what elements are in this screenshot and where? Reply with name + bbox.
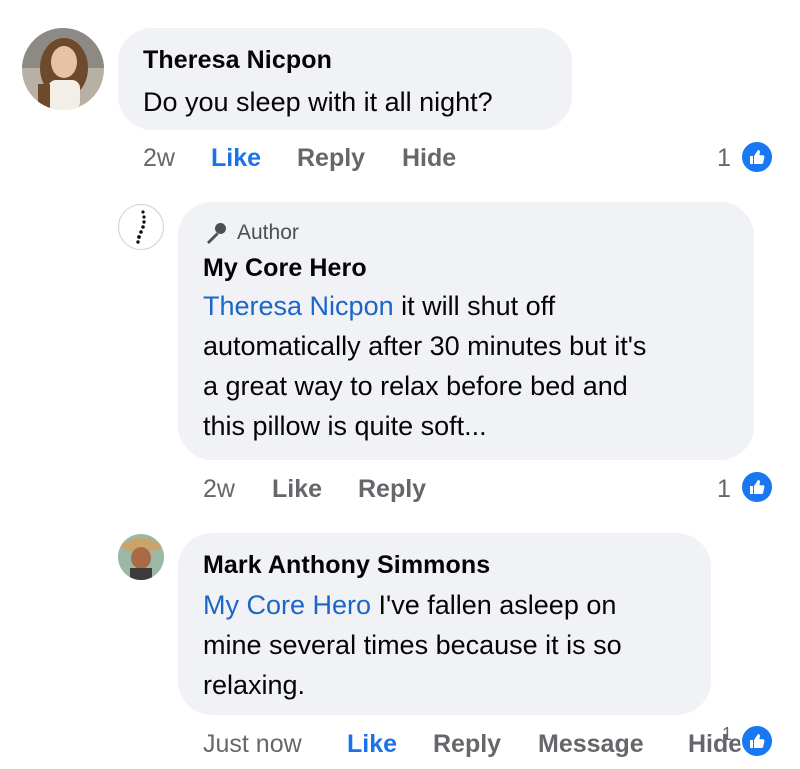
reply-button[interactable]: Reply bbox=[358, 475, 426, 504]
hide-button[interactable]: Hide bbox=[402, 144, 456, 173]
avatar[interactable] bbox=[22, 28, 104, 110]
like-button[interactable]: Like bbox=[272, 475, 322, 504]
reply-button[interactable]: Reply bbox=[433, 730, 501, 759]
hide-button[interactable]: Hide bbox=[688, 730, 742, 759]
comment-timestamp[interactable]: 2w bbox=[143, 144, 175, 173]
like-button[interactable]: Like bbox=[347, 730, 397, 759]
author-badge: Author bbox=[203, 220, 299, 246]
comment-timestamp[interactable]: 2w bbox=[203, 475, 235, 504]
reaction-count[interactable]: 1 bbox=[722, 724, 732, 745]
like-button[interactable]: Like bbox=[211, 144, 261, 173]
thumbs-up-icon[interactable] bbox=[740, 724, 774, 758]
comment-text: Theresa Nicpon it will shut off automati… bbox=[203, 291, 647, 441]
avatar[interactable] bbox=[118, 534, 164, 580]
comment-text: Do you sleep with it all night? bbox=[143, 87, 493, 117]
comment-author[interactable]: Mark Anthony Simmons bbox=[203, 551, 490, 580]
spine-logo-icon bbox=[136, 210, 146, 244]
avatar[interactable] bbox=[118, 204, 164, 250]
comment-author[interactable]: My Core Hero bbox=[203, 254, 367, 283]
reaction-count[interactable]: 1 bbox=[717, 475, 731, 504]
mention-link[interactable]: My Core Hero bbox=[203, 590, 371, 620]
profile-photo-woman-icon bbox=[22, 28, 104, 110]
comment-timestamp[interactable]: Just now bbox=[203, 730, 302, 759]
comment-author[interactable]: Theresa Nicpon bbox=[143, 46, 332, 75]
author-badge-label: Author bbox=[237, 221, 299, 244]
reply-button[interactable]: Reply bbox=[297, 144, 365, 173]
thumbs-up-icon[interactable] bbox=[740, 140, 774, 174]
profile-photo-man-hat-icon bbox=[118, 534, 164, 580]
reaction-count[interactable]: 1 bbox=[717, 144, 731, 173]
message-button[interactable]: Message bbox=[538, 730, 644, 759]
comment-text: My Core Hero I've fallen asleep on mine … bbox=[203, 590, 622, 700]
microphone-icon bbox=[207, 223, 226, 244]
mention-link[interactable]: Theresa Nicpon bbox=[203, 291, 394, 321]
thumbs-up-icon[interactable] bbox=[740, 470, 774, 504]
